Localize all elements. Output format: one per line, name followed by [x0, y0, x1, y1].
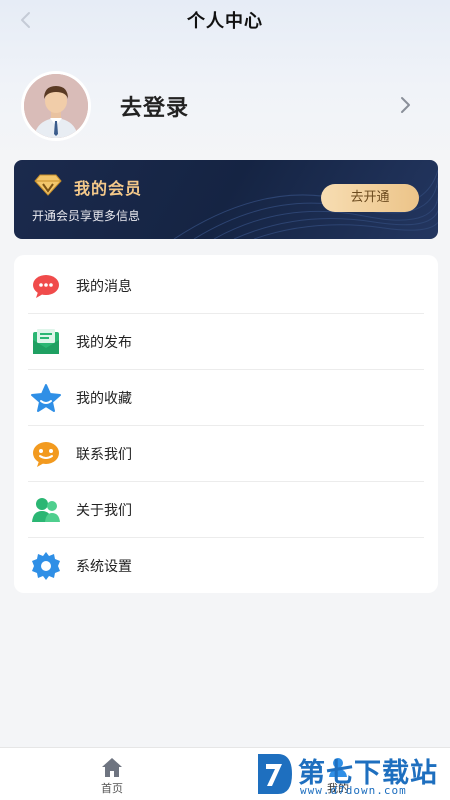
- back-icon[interactable]: [16, 10, 36, 30]
- watermark-url: www.d7down.com: [300, 784, 407, 797]
- menu-item-contact[interactable]: 联系我们: [28, 426, 424, 482]
- page-title: 个人中心: [187, 11, 263, 32]
- login-link[interactable]: 去登录: [120, 90, 189, 122]
- vip-card: 我的会员 开通会员享更多信息 去开通: [14, 160, 438, 239]
- gear-icon: [30, 550, 62, 582]
- vip-diamond-icon: [34, 173, 62, 197]
- profile-login-row[interactable]: 去登录: [24, 74, 424, 138]
- menu-item-settings[interactable]: 系统设置: [28, 538, 424, 594]
- menu-card: 我的消息 我的发布 我的收藏 联系我们 关于我们 系统设置: [14, 255, 438, 593]
- users-icon: [30, 494, 62, 526]
- menu-item-label: 联系我们: [76, 446, 132, 463]
- vip-title: 我的会员: [74, 179, 143, 198]
- menu-item-label: 我的发布: [76, 334, 132, 351]
- publish-envelope-icon: [30, 326, 62, 358]
- menu-item-favorites[interactable]: 我的收藏: [28, 370, 424, 426]
- tab-home[interactable]: 首页: [72, 748, 152, 800]
- chat-face-icon: [30, 438, 62, 470]
- tab-home-label: 首页: [101, 782, 123, 795]
- message-bubble-icon: [30, 270, 62, 302]
- menu-item-label: 系统设置: [76, 559, 132, 575]
- vip-description: 开通会员享更多信息: [32, 209, 141, 223]
- activate-vip-button[interactable]: 去开通: [321, 184, 419, 212]
- menu-item-label: 我的消息: [76, 278, 132, 295]
- chevron-right-icon[interactable]: [394, 94, 416, 116]
- page-header: 个人中心: [0, 0, 450, 40]
- menu-item-label: 我的收藏: [76, 390, 132, 407]
- menu-item-messages[interactable]: 我的消息: [28, 258, 424, 314]
- menu-item-label: 关于我们: [76, 502, 132, 519]
- site-watermark: 第七下载站 www.d7down.com: [256, 748, 448, 800]
- menu-item-about[interactable]: 关于我们: [28, 482, 424, 538]
- menu-item-publish[interactable]: 我的发布: [28, 314, 424, 370]
- d7-logo-icon: [256, 752, 294, 796]
- home-icon: [100, 756, 124, 778]
- avatar[interactable]: [24, 74, 88, 138]
- star-icon: [30, 382, 62, 414]
